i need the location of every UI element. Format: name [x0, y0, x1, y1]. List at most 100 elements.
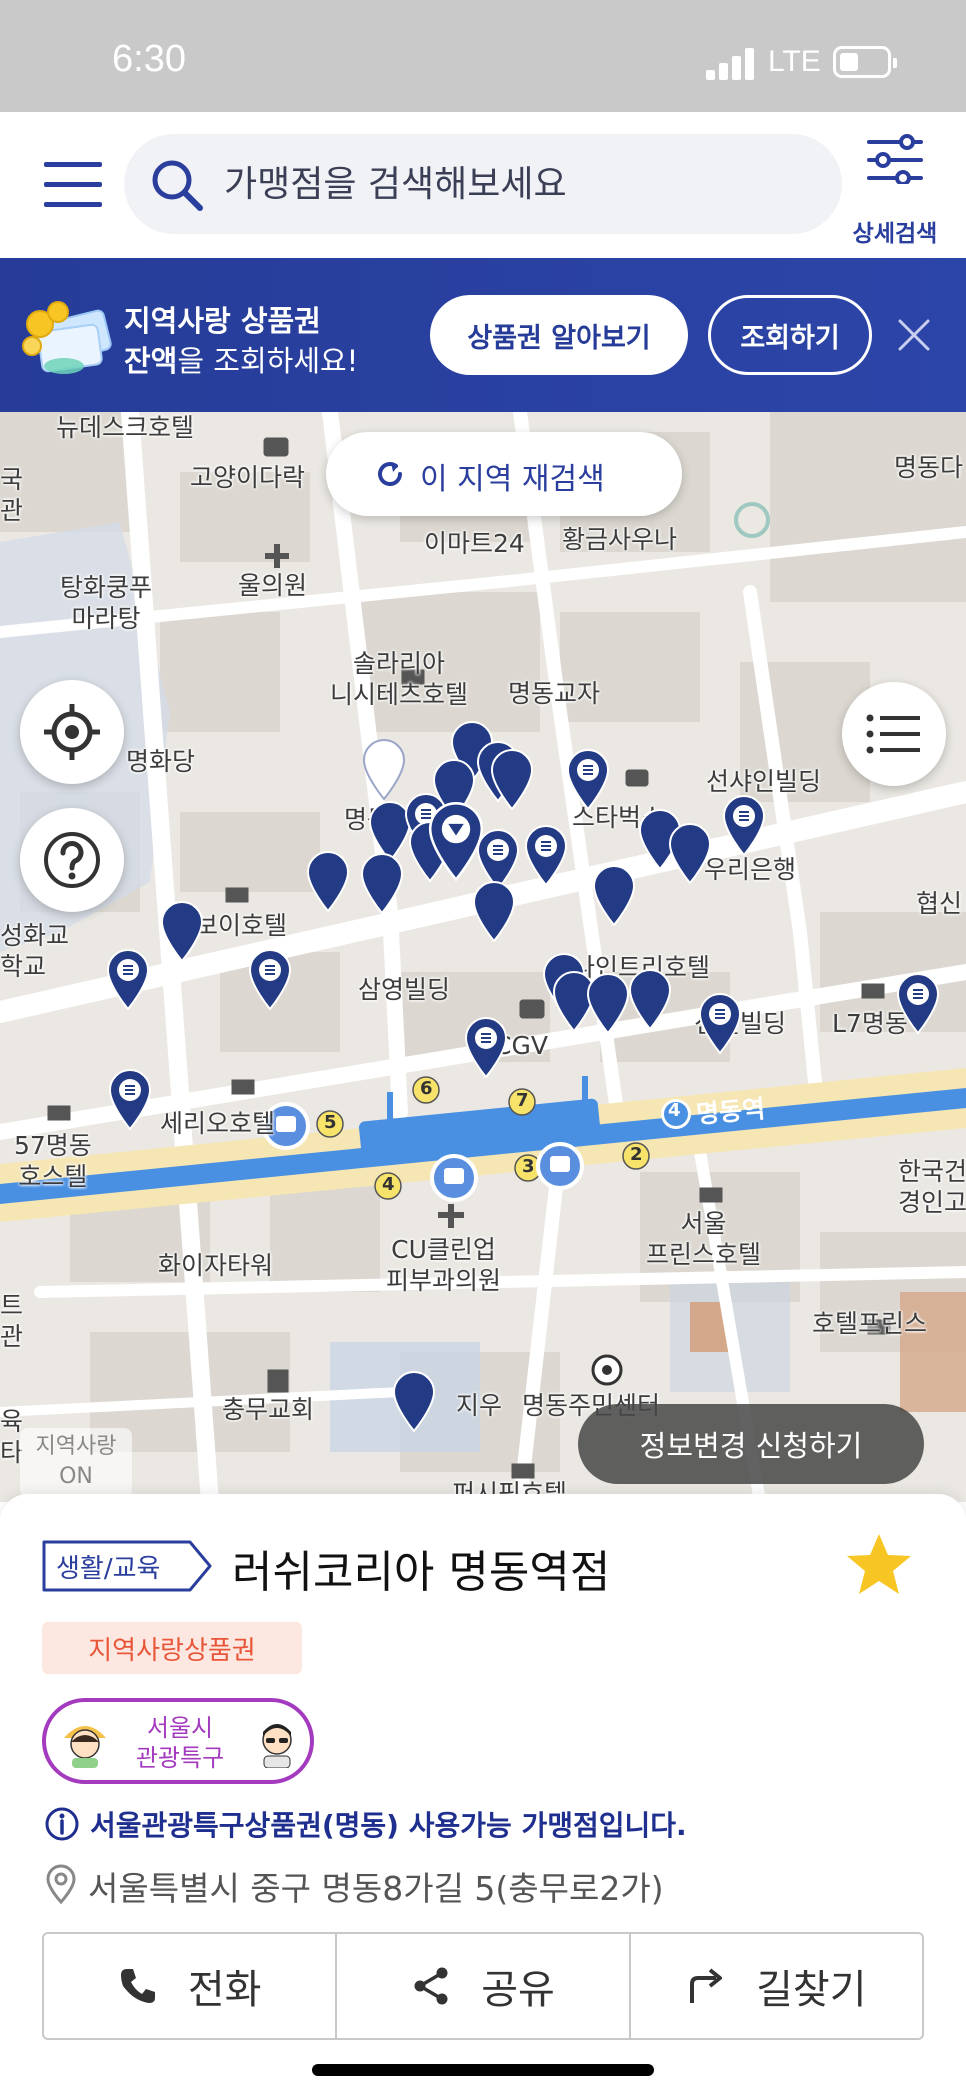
- store-pin[interactable]: [391, 1371, 437, 1433]
- help-button[interactable]: [20, 808, 124, 912]
- close-icon[interactable]: [892, 313, 936, 357]
- status-bar: 6:30 LTE: [0, 0, 966, 112]
- refresh-icon: [378, 462, 402, 486]
- share-icon: [414, 1967, 448, 2005]
- store-pin[interactable]: [471, 881, 517, 943]
- map-label: 뉴데스크호텔: [56, 413, 195, 442]
- pin-icon: [248, 949, 292, 1011]
- tourism-badge-line2: 관광특구: [135, 1744, 225, 1772]
- store-pin[interactable]: [489, 749, 535, 811]
- pin-icon: [566, 749, 610, 811]
- store-pin[interactable]: [305, 851, 351, 913]
- share-label: 공유: [481, 1967, 555, 2013]
- store-pin[interactable]: [247, 949, 293, 1011]
- filter-sliders-icon: [867, 134, 923, 184]
- map-label: CU클린업 피부과의원: [386, 1235, 502, 1295]
- map-label: 충무교회: [222, 1395, 315, 1424]
- map-label: 울의원: [238, 571, 308, 600]
- search-header: 상세검색: [0, 112, 966, 258]
- pin-icon: [668, 823, 712, 885]
- exit-number: 4: [382, 1174, 395, 1195]
- store-pin[interactable]: [697, 993, 743, 1055]
- advanced-search-button[interactable]: 상세검색: [842, 134, 966, 247]
- home-indicator: [312, 2064, 654, 2076]
- app-screen: 6:30 LTE 가맹점을 검색해보세요 상세검색 지역사랑 상품권 잔액을 조…: [0, 0, 966, 2091]
- store-pin[interactable]: [359, 853, 405, 915]
- store-pin[interactable]: [721, 795, 767, 857]
- banner-title: 지역사랑 상품권: [124, 304, 321, 338]
- map-label: 선샤인빌딩: [706, 767, 822, 796]
- map-view[interactable]: 뉴데스크호텔 고양이다락 이마트24 황금사우나 명동다 국 관 탕화쿵푸 마라…: [0, 412, 966, 1502]
- check-balance-button[interactable]: 조회하기: [708, 295, 872, 375]
- exit-number: 2: [630, 1144, 643, 1165]
- map-label: 서울 프린스호텔: [646, 1209, 762, 1269]
- store-pin[interactable]: [463, 1017, 509, 1079]
- pin-icon: [108, 1069, 152, 1131]
- map-label: 성화교 학교: [0, 921, 70, 981]
- map-label: 고양이다락: [190, 463, 306, 492]
- store-pin[interactable]: [667, 823, 713, 885]
- pin-icon: [628, 969, 672, 1031]
- map-label: 호텔프린스: [812, 1309, 928, 1338]
- tourist-girl-icon: [64, 1726, 106, 1768]
- map-label: 협신: [916, 889, 963, 918]
- search-input[interactable]: [224, 154, 804, 214]
- store-pin[interactable]: [107, 1069, 153, 1131]
- voucher-banner: 지역사랑 상품권 잔액을 조회하세요! 상품권 알아보기 조회하기: [0, 258, 966, 412]
- my-location-button[interactable]: [20, 680, 124, 784]
- exit-number: 6: [420, 1078, 433, 1099]
- tourist-boy-icon: [262, 1724, 292, 1768]
- map-label: 명화당: [126, 747, 196, 776]
- store-name: 러쉬코리아 명동역점: [232, 1547, 611, 1598]
- question-icon: [44, 832, 100, 888]
- tourism-zone-badge: 서울시 관광특구: [42, 1698, 314, 1784]
- action-buttons: 전화 공유 길찾기: [42, 1932, 924, 2040]
- share-button[interactable]: 공유: [337, 1934, 631, 2038]
- pin-icon: [698, 993, 742, 1055]
- pin-icon: [472, 881, 516, 943]
- map-label: 솔라리아 니시테츠호텔: [330, 649, 469, 709]
- directions-button[interactable]: 길찾기: [631, 1934, 922, 2038]
- store-detail-sheet: 생활/교육 러쉬코리아 명동역점 지역사랑상품권 서울시 관광특구 서울관광특구…: [0, 1494, 966, 2091]
- pin-icon: [392, 1371, 436, 1433]
- pin-icon: [362, 739, 406, 801]
- pin-icon: [896, 973, 940, 1035]
- battery-icon: [833, 46, 897, 78]
- pin-icon: [464, 1017, 508, 1079]
- carrier-label: LTE: [768, 45, 821, 78]
- subway-line-badge: 4: [668, 1100, 681, 1121]
- search-bar[interactable]: [124, 134, 842, 234]
- store-pin[interactable]: [627, 969, 673, 1031]
- store-pin[interactable]: [591, 865, 637, 927]
- location-pin-icon: [46, 1864, 76, 1904]
- hamburger-menu-icon[interactable]: [44, 162, 102, 208]
- list-view-button[interactable]: [842, 682, 946, 786]
- store-pin[interactable]: [523, 825, 569, 887]
- store-pin[interactable]: [105, 949, 151, 1011]
- search-this-area-button[interactable]: 이 지역 재검색: [326, 432, 682, 516]
- map-label: 명동다: [894, 453, 964, 482]
- info-change-request-button[interactable]: 정보변경 신청하기: [578, 1404, 924, 1484]
- crosshair-icon: [44, 704, 100, 760]
- map-label: 화이자타워: [158, 1251, 274, 1280]
- voucher-badge: 지역사랑상품권: [42, 1622, 302, 1674]
- map-label: 명동교자: [508, 679, 601, 708]
- map-label: 황금사우나: [562, 525, 678, 554]
- category-label: 생활/교육: [56, 1554, 161, 1584]
- store-pin[interactable]: [361, 739, 407, 801]
- banner-subtitle: 잔액을 조회하세요!: [124, 338, 358, 380]
- call-button[interactable]: 전화: [44, 1934, 338, 2038]
- store-pin[interactable]: [895, 973, 941, 1035]
- favorite-star-icon[interactable]: [844, 1530, 914, 1600]
- learn-voucher-button[interactable]: 상품권 알아보기: [430, 295, 688, 375]
- pin-icon: [722, 795, 766, 857]
- map-label: 우리은행: [704, 855, 797, 884]
- store-pin[interactable]: [565, 749, 611, 811]
- store-pin[interactable]: [159, 901, 205, 963]
- info-icon: [45, 1807, 79, 1841]
- pin-icon: [160, 901, 204, 963]
- store-pin[interactable]: [585, 973, 631, 1035]
- search-this-area-label: 이 지역 재검색: [420, 462, 605, 497]
- map-logo-text: 지역사랑 ON: [35, 1434, 117, 1489]
- list-icon: [866, 714, 920, 754]
